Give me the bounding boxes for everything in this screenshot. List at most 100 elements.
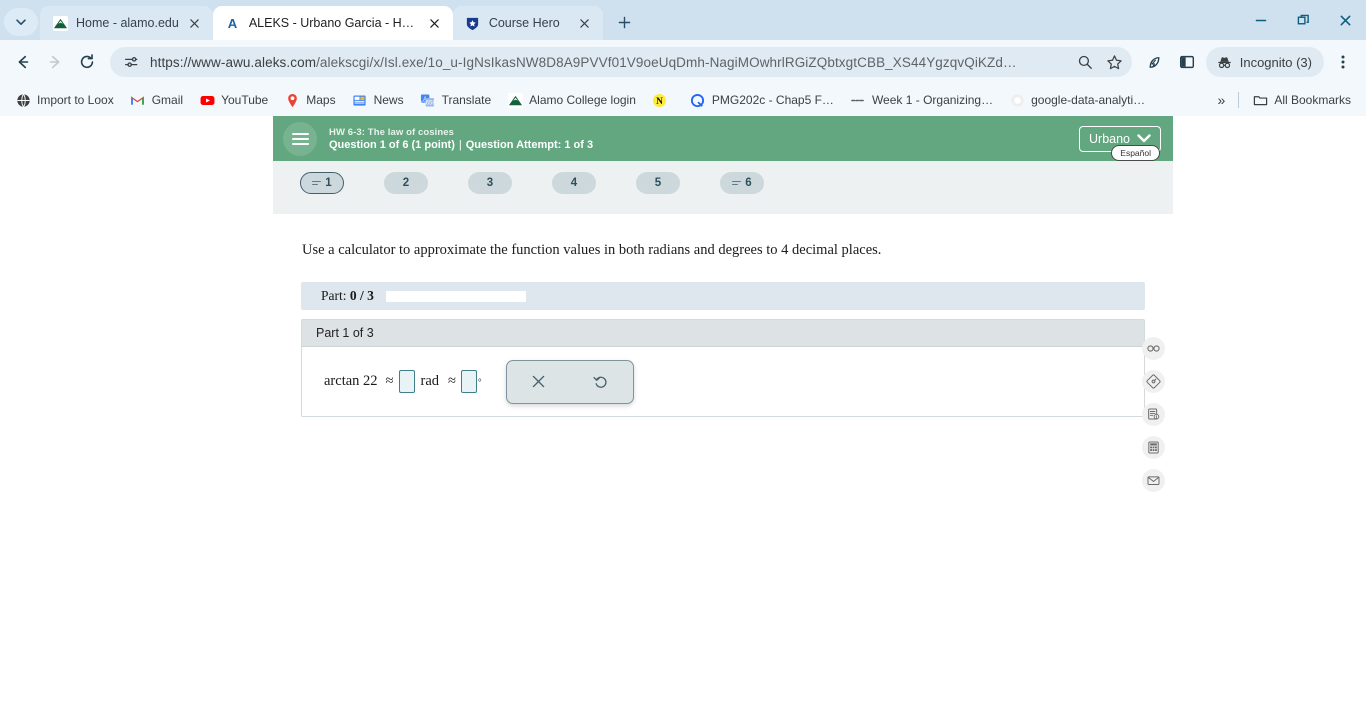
three-dot-menu-icon[interactable]	[1328, 47, 1358, 77]
window-close-button[interactable]	[1324, 3, 1366, 37]
question-pill-6[interactable]: 6	[720, 172, 764, 194]
side-panel-icon[interactable]	[1172, 47, 1202, 77]
address-bar[interactable]: https://www-awu.aleks.com/alekscgi/x/Isl…	[110, 47, 1132, 77]
bookmark-translate[interactable]: A\u6587 Translate	[413, 88, 499, 112]
close-icon[interactable]	[427, 15, 443, 31]
bookmark-label: News	[373, 93, 404, 107]
question-lines-icon	[312, 180, 322, 186]
window-maximize-button[interactable]	[1282, 3, 1324, 37]
bookmark-gmail[interactable]: Gmail	[123, 88, 190, 112]
forward-button[interactable]	[40, 47, 70, 77]
star-icon[interactable]	[1104, 51, 1126, 73]
question-pill-label: 4	[570, 177, 578, 189]
bookmark-notion[interactable]: N	[645, 88, 681, 112]
message-button[interactable]	[1142, 469, 1165, 492]
google-news-icon	[352, 92, 368, 108]
question-pill-label: 2	[402, 177, 410, 189]
question-pill-4[interactable]: 4	[552, 172, 596, 194]
tab-title: ALEKS - Urbano Garcia - HW 6-	[248, 16, 419, 30]
bookmark-label: Translate	[441, 93, 492, 107]
browser-tab-aleks[interactable]: A ALEKS - Urbano Garcia - HW 6-	[212, 6, 453, 40]
tab-search-button[interactable]	[4, 8, 38, 36]
status-separator: |	[458, 138, 462, 151]
all-bookmarks-label: All Bookmarks	[1274, 93, 1351, 107]
globe-icon	[15, 92, 31, 108]
new-tab-button[interactable]	[611, 8, 639, 36]
bookmark-label: google-data-analyti…	[1031, 93, 1146, 107]
tab-title: Course Hero	[488, 16, 560, 30]
question-nav-strip: Español 1 2 3 4 5 6	[273, 145, 1173, 214]
tool-rail	[1142, 337, 1165, 492]
profile-incognito-button[interactable]: Incognito (3)	[1205, 47, 1324, 77]
question-pill-label: 6	[745, 177, 752, 189]
course-hero-shield-icon	[465, 15, 481, 31]
page-right-gutter	[1173, 116, 1366, 720]
browser-toolbar: https://www-awu.aleks.com/alekscgi/x/Isl…	[0, 40, 1366, 84]
question-pill-2[interactable]: 2	[384, 172, 428, 194]
browser-tab-course-hero[interactable]: Course Hero	[452, 6, 603, 40]
bookmark-label: Import to Loox	[37, 93, 114, 107]
user-name: Urbano	[1089, 131, 1130, 146]
question-status: Question 1 of 6 (1 point) | Question Attem…	[329, 139, 593, 151]
close-icon[interactable]	[577, 15, 593, 31]
bookmark-maps[interactable]: Maps	[277, 88, 342, 112]
undo-button[interactable]	[570, 361, 633, 403]
radians-unit-label: rad	[420, 373, 440, 389]
question-pill-label: 5	[654, 177, 662, 189]
bookmark-news[interactable]: News	[345, 88, 411, 112]
aleks-application: HW 6-3: The law of cosines Question 1 of…	[273, 116, 1173, 720]
bookmark-youtube[interactable]: YouTube	[192, 88, 275, 112]
bookmarks-overflow-button[interactable]: »	[1211, 88, 1233, 112]
leaf-extension-icon[interactable]	[1140, 47, 1170, 77]
bookmark-dash-icon	[850, 92, 866, 108]
reload-button[interactable]	[72, 47, 102, 77]
explain-button[interactable]	[1142, 370, 1165, 393]
assignment-title: HW 6-3: The law of cosines	[329, 126, 455, 138]
answer-input-radians[interactable]	[398, 370, 415, 393]
page-left-gutter	[0, 116, 273, 720]
answer-input-degrees[interactable]	[461, 370, 477, 393]
page-viewport: HW 6-3: The law of cosines Question 1 of…	[0, 116, 1366, 720]
svg-text:\u6587: \u6587	[421, 99, 435, 106]
question-pill-1[interactable]: 1	[300, 172, 344, 194]
coursera-icon	[1009, 92, 1025, 108]
search-icon[interactable]	[1074, 51, 1096, 73]
part-progress-bar: Part: 0 / 3	[301, 282, 1145, 310]
window-minimize-button[interactable]	[1240, 3, 1282, 37]
expression-function: arctan 22	[324, 373, 378, 389]
gmail-icon	[130, 92, 146, 108]
bookmark-label: Gmail	[151, 93, 184, 107]
part-card-title: Part 1 of 3	[302, 320, 1144, 347]
bookmark-alamo-college-login[interactable]: Alamo College login	[500, 88, 643, 112]
accessibility-glasses-button[interactable]	[1142, 337, 1165, 360]
calculator-button[interactable]	[1142, 436, 1165, 459]
progress-track	[385, 290, 526, 302]
language-toggle-button[interactable]: Español	[1111, 145, 1160, 161]
browser-tab-home-alamo[interactable]: Home - alamo.edu	[40, 6, 213, 40]
bookmark-week1-organizing[interactable]: Week 1 - Organizing…	[843, 88, 1000, 112]
assignment-info: HW 6-3: The law of cosines Question 1 of…	[329, 127, 593, 151]
bookmark-label: YouTube	[221, 93, 269, 107]
chevron-down-icon	[1137, 134, 1151, 143]
answer-floating-toolbar	[505, 359, 634, 404]
part-score-text: Part: 0 / 3	[321, 288, 374, 304]
approx-symbol-1: ≈	[385, 373, 394, 389]
bookmark-pmg202c[interactable]: PMG202c - Chap5 F…	[683, 88, 841, 112]
alamo-mountain-icon	[52, 15, 68, 31]
bookmark-import-to-loox[interactable]: Import to Loox	[8, 88, 121, 112]
hamburger-menu-icon[interactable]	[283, 121, 317, 156]
bookmark-google-data-analytics[interactable]: google-data-analyti…	[1002, 88, 1152, 112]
question-pill-label: 1	[325, 177, 332, 189]
aleks-a-icon: A	[225, 15, 241, 31]
quizlet-q-icon	[690, 92, 706, 108]
close-icon[interactable]	[187, 15, 203, 31]
question-lines-icon	[732, 180, 742, 186]
back-button[interactable]	[8, 47, 38, 77]
question-pill-5[interactable]: 5	[636, 172, 680, 194]
site-settings-tune-icon[interactable]	[120, 51, 142, 73]
notes-button[interactable]	[1142, 403, 1165, 426]
question-pill-3[interactable]: 3	[468, 172, 512, 194]
question-prompt: Use a calculator to approximate the func…	[302, 242, 882, 258]
clear-button[interactable]	[507, 361, 570, 403]
all-bookmarks-button[interactable]: All Bookmarks	[1245, 88, 1358, 112]
